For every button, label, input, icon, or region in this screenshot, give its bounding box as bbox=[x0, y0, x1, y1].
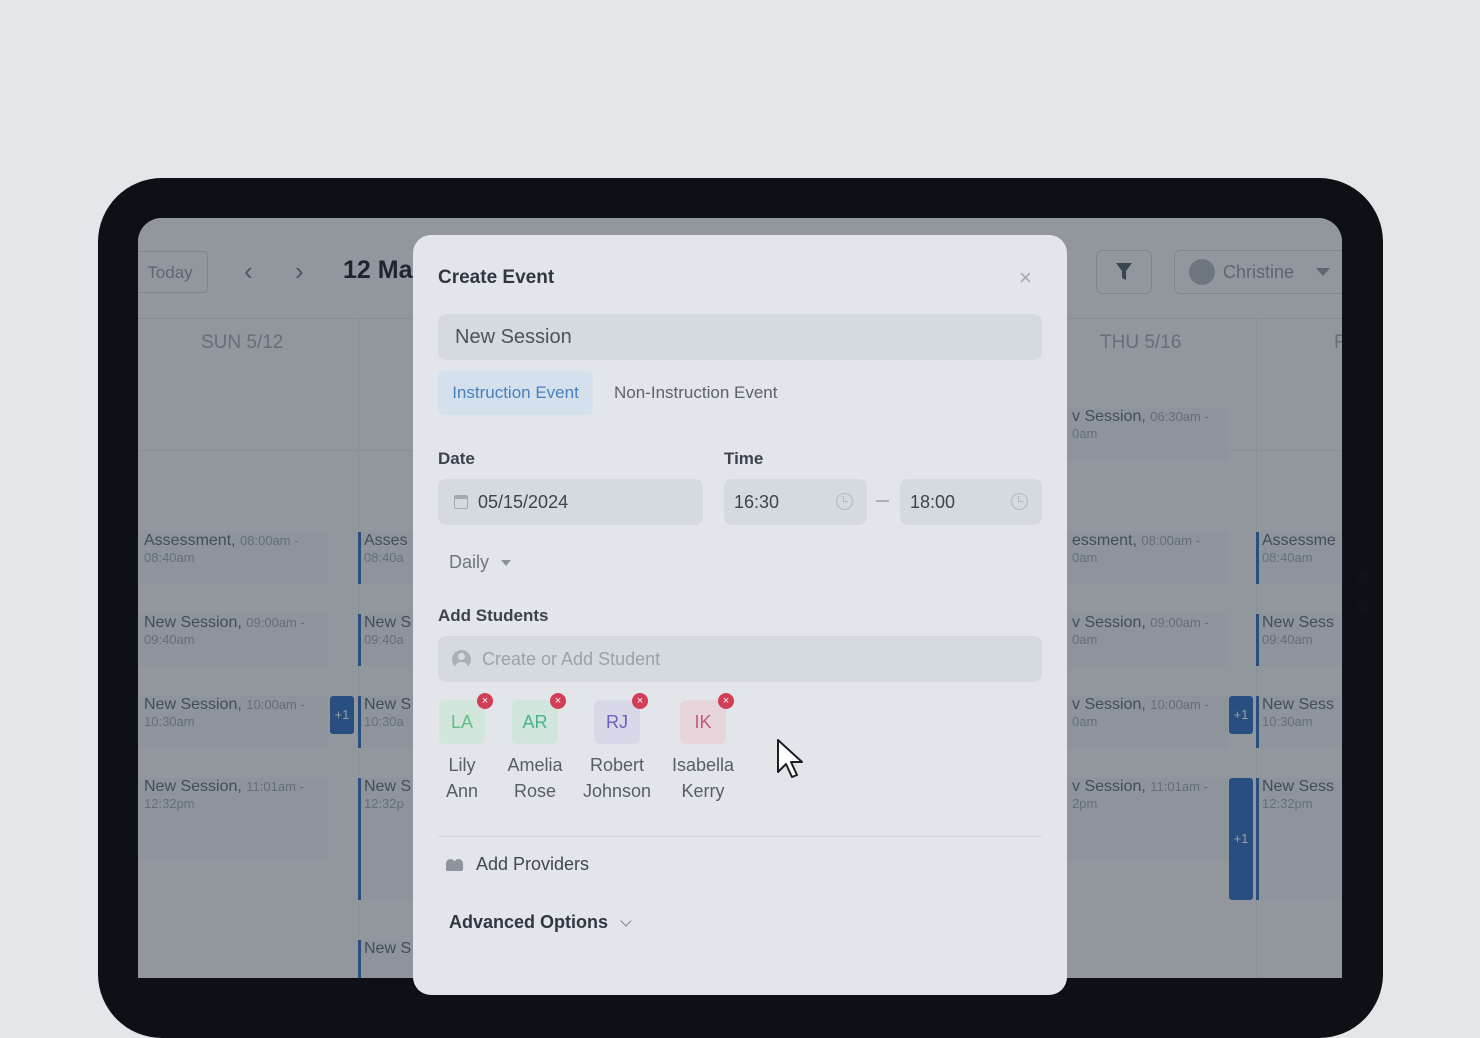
clock-icon bbox=[1011, 493, 1028, 510]
chevron-down-icon bbox=[620, 914, 632, 927]
student-avatar: LA × bbox=[439, 693, 493, 744]
close-icon[interactable]: × bbox=[1019, 267, 1032, 289]
date-label: Date bbox=[438, 449, 475, 468]
add-providers-button[interactable]: Add Providers bbox=[446, 854, 589, 875]
create-event-modal: Create Event × New Session Instruction E… bbox=[413, 235, 1067, 995]
time-range-separator bbox=[876, 500, 889, 502]
student-name: Robert Johnson bbox=[582, 755, 652, 801]
person-icon bbox=[452, 649, 471, 669]
time-label: Time bbox=[724, 449, 764, 468]
remove-student-icon[interactable]: × bbox=[477, 693, 493, 709]
scroll-indicator bbox=[1356, 570, 1370, 630]
student-search-placeholder: Create or Add Student bbox=[482, 648, 661, 669]
student-avatar: RJ × bbox=[594, 693, 648, 744]
remove-student-icon[interactable]: × bbox=[632, 693, 648, 709]
add-students-label: Add Students bbox=[438, 606, 549, 625]
date-input[interactable]: 05/15/2024 bbox=[438, 479, 703, 525]
recurrence-value: Daily bbox=[449, 552, 490, 572]
calendar-icon bbox=[454, 495, 468, 509]
student-name: Isabella Kerry bbox=[671, 755, 735, 801]
tab-instruction-event[interactable]: Instruction Event bbox=[438, 371, 593, 415]
advanced-options-toggle[interactable]: Advanced Options bbox=[449, 912, 632, 933]
student-chip: IK × Isabella Kerry bbox=[663, 693, 743, 804]
people-icon bbox=[446, 858, 463, 871]
student-search-input[interactable]: Create or Add Student bbox=[438, 636, 1042, 682]
dot bbox=[1356, 570, 1370, 584]
mouse-cursor-icon bbox=[777, 739, 803, 778]
student-avatar: IK × bbox=[680, 693, 734, 744]
event-name-input[interactable]: New Session bbox=[438, 314, 1042, 360]
clock-icon bbox=[836, 493, 853, 510]
student-name: Amelia Rose bbox=[507, 755, 563, 801]
end-time-input[interactable]: 18:00 bbox=[900, 479, 1042, 525]
date-value: 05/15/2024 bbox=[478, 492, 569, 512]
start-time-value: 16:30 bbox=[734, 492, 780, 512]
student-chip: LA × Lily Ann bbox=[422, 693, 502, 804]
student-chip: RJ × Robert Johnson bbox=[577, 693, 657, 804]
advanced-options-label: Advanced Options bbox=[449, 912, 609, 932]
add-providers-label: Add Providers bbox=[476, 854, 590, 874]
section-divider bbox=[438, 836, 1042, 837]
recurrence-dropdown[interactable]: Daily bbox=[449, 552, 512, 573]
remove-student-icon[interactable]: × bbox=[550, 693, 566, 709]
modal-title: Create Event bbox=[438, 267, 555, 288]
student-avatar: AR × bbox=[512, 693, 566, 744]
chevron-down-icon bbox=[501, 559, 512, 566]
student-chip: AR × Amelia Rose bbox=[495, 693, 575, 804]
end-time-value: 18:00 bbox=[910, 492, 956, 512]
tab-non-instruction-event[interactable]: Non-Instruction Event bbox=[614, 371, 777, 415]
student-name: Lily Ann bbox=[445, 755, 479, 801]
remove-student-icon[interactable]: × bbox=[718, 693, 734, 709]
dot bbox=[1356, 600, 1370, 614]
start-time-input[interactable]: 16:30 bbox=[724, 479, 867, 525]
